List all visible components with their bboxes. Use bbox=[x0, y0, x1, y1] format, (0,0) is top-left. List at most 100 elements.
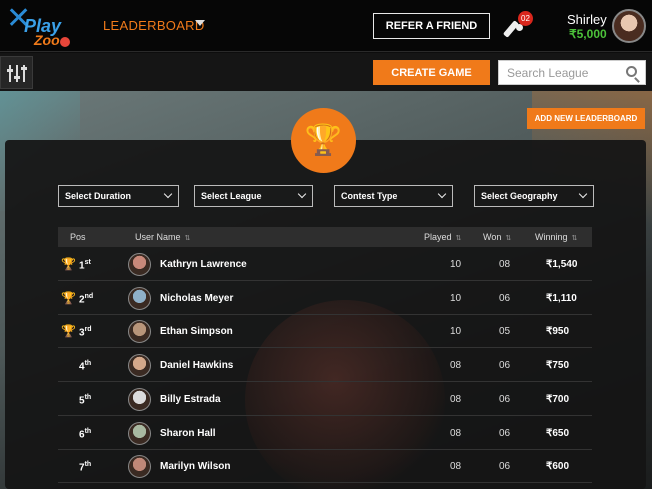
slider-line bbox=[16, 65, 18, 82]
top-bar: ✕ Play Zoo LEADERBOARD REFER A FRIEND 02… bbox=[0, 0, 652, 52]
user-avatar[interactable] bbox=[612, 9, 646, 43]
played-count: 08 bbox=[450, 360, 462, 372]
chevron-down-icon bbox=[437, 189, 447, 199]
trophy-icon: 🏆 bbox=[61, 324, 76, 339]
trophy-icon: 🏆 bbox=[61, 257, 76, 271]
chevron-down-icon bbox=[578, 189, 588, 199]
duration-select[interactable]: Select Duration bbox=[58, 185, 179, 207]
avatar[interactable] bbox=[128, 387, 151, 411]
col-winning-label: Winning bbox=[535, 232, 568, 242]
user-name: Shirley bbox=[567, 12, 607, 27]
avatar[interactable] bbox=[128, 421, 151, 445]
notifications-button[interactable]: 02 bbox=[502, 11, 533, 40]
notification-badge: 02 bbox=[518, 11, 533, 26]
winning-amount: ₹1,540 bbox=[546, 259, 578, 270]
won-count: 06 bbox=[499, 393, 511, 405]
won-count: 06 bbox=[499, 292, 511, 304]
chevron-down-icon bbox=[297, 189, 307, 199]
search-input[interactable] bbox=[499, 61, 619, 84]
user-balance: ₹5,000 bbox=[569, 27, 607, 41]
user-name[interactable]: Nicholas Meyer bbox=[160, 293, 233, 304]
winning-amount: ₹750 bbox=[546, 360, 570, 372]
col-pos: Pos bbox=[70, 232, 86, 242]
avatar[interactable] bbox=[128, 286, 151, 310]
toolbar: CREATE GAME bbox=[0, 53, 652, 91]
geography-select[interactable]: Select Geography bbox=[474, 185, 594, 207]
contest-type-select-label: Contest Type bbox=[341, 191, 398, 201]
user-name[interactable]: Marilyn Wilson bbox=[160, 461, 230, 472]
table-row[interactable]: 7th Marilyn Wilson 08 06 ₹600 bbox=[58, 450, 592, 484]
table-row[interactable]: 5th Billy Estrada 08 06 ₹700 bbox=[58, 383, 592, 416]
col-won[interactable]: Won ⇅ bbox=[483, 232, 511, 242]
league-select-label: Select League bbox=[201, 191, 262, 201]
played-count: 08 bbox=[450, 427, 462, 439]
won-count: 08 bbox=[499, 259, 511, 270]
table-row[interactable]: 🏆 2nd Nicholas Meyer 10 06 ₹1,110 bbox=[58, 282, 592, 315]
won-count: 05 bbox=[499, 326, 511, 338]
user-name[interactable]: Kathryn Lawrence bbox=[160, 259, 247, 270]
user-name[interactable]: Sharon Hall bbox=[160, 428, 216, 439]
trophy-icon: 🏆 bbox=[61, 290, 76, 305]
avatar[interactable] bbox=[128, 455, 151, 479]
avatar[interactable] bbox=[128, 253, 151, 276]
rank: 2nd bbox=[79, 292, 94, 306]
logo-ball-icon bbox=[60, 37, 70, 47]
duration-select-label: Select Duration bbox=[65, 191, 132, 201]
sort-icon[interactable]: ⇅ bbox=[185, 235, 191, 242]
create-game-button[interactable]: CREATE GAME bbox=[373, 60, 490, 85]
trophy-icon: 🏆 bbox=[291, 108, 356, 173]
col-winning[interactable]: Winning ⇅ bbox=[535, 232, 577, 242]
user-name[interactable]: Ethan Simpson bbox=[160, 326, 233, 337]
slider-line bbox=[9, 65, 11, 82]
slider-knob bbox=[21, 67, 27, 70]
rank: 4th bbox=[79, 360, 92, 373]
table-row[interactable]: 🏆 3rd Ethan Simpson 10 05 ₹950 bbox=[58, 315, 592, 349]
sort-icon[interactable]: ⇅ bbox=[572, 235, 578, 242]
rank: 5th bbox=[79, 393, 92, 407]
winning-amount: ₹950 bbox=[546, 326, 570, 338]
user-name[interactable]: Daniel Hawkins bbox=[160, 360, 233, 371]
playzoo-logo[interactable]: ✕ Play Zoo bbox=[6, 4, 78, 48]
league-select[interactable]: Select League bbox=[194, 185, 313, 207]
table-row[interactable]: 4th Daniel Hawkins 08 06 ₹750 bbox=[58, 349, 592, 383]
filter-sliders-button[interactable] bbox=[0, 56, 33, 89]
col-user-name[interactable]: User Name ⇅ bbox=[135, 232, 190, 242]
played-count: 08 bbox=[450, 461, 462, 473]
played-count: 10 bbox=[450, 326, 462, 338]
contest-type-select[interactable]: Contest Type bbox=[334, 185, 453, 207]
user-name[interactable]: Billy Estrada bbox=[160, 394, 221, 405]
played-count: 10 bbox=[450, 259, 462, 270]
geography-select-label: Select Geography bbox=[481, 191, 558, 201]
search-box bbox=[498, 60, 646, 85]
slider-knob bbox=[14, 76, 20, 79]
played-count: 10 bbox=[450, 292, 462, 304]
add-leaderboard-button[interactable]: ADD NEW LEADERBOARD bbox=[527, 108, 645, 129]
rank: 1st bbox=[79, 259, 91, 272]
winning-amount: ₹650 bbox=[546, 427, 570, 439]
won-count: 06 bbox=[499, 427, 511, 439]
col-played-label: Played bbox=[424, 232, 452, 242]
slider-knob bbox=[7, 69, 13, 72]
rank: 7th bbox=[79, 461, 92, 474]
avatar[interactable] bbox=[128, 320, 151, 344]
won-count: 06 bbox=[499, 360, 511, 372]
col-user-name-label: User Name bbox=[135, 232, 181, 242]
col-played[interactable]: Played ⇅ bbox=[424, 232, 461, 242]
chevron-down-icon bbox=[163, 189, 173, 199]
caret-down-icon[interactable] bbox=[195, 20, 205, 26]
rank: 6th bbox=[79, 427, 92, 440]
sort-icon[interactable]: ⇅ bbox=[456, 235, 462, 242]
sort-icon[interactable]: ⇅ bbox=[505, 235, 511, 242]
table-row[interactable]: 6th Sharon Hall 08 06 ₹650 bbox=[58, 417, 592, 450]
nav-leaderboard-menu[interactable]: LEADERBOARD bbox=[103, 18, 205, 33]
won-count: 06 bbox=[499, 461, 511, 473]
refer-friend-button[interactable]: REFER A FRIEND bbox=[373, 13, 490, 39]
table-header: Pos User Name ⇅ Played ⇅ Won ⇅ Winning ⇅ bbox=[58, 227, 592, 247]
winning-amount: ₹600 bbox=[546, 461, 570, 473]
search-icon[interactable] bbox=[626, 66, 637, 77]
avatar[interactable] bbox=[128, 354, 151, 378]
logo-zoo-text: Zoo bbox=[34, 32, 60, 48]
col-won-label: Won bbox=[483, 232, 502, 242]
table-row[interactable]: 🏆 1st Kathryn Lawrence 10 08 ₹1,540 bbox=[58, 248, 592, 281]
rank: 3rd bbox=[79, 326, 92, 339]
